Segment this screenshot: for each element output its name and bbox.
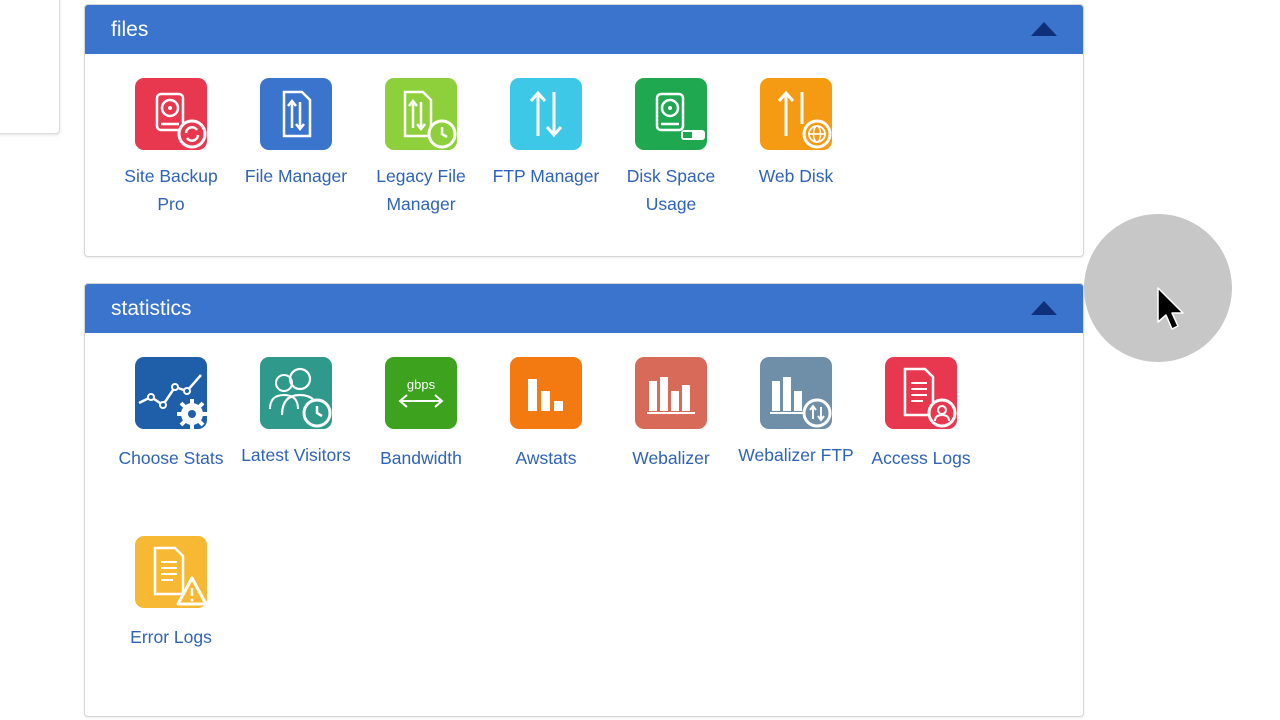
statistics-panel-title: statistics	[111, 297, 192, 320]
access-logs-icon	[885, 357, 957, 429]
web-disk-item[interactable]: Web Disk	[736, 78, 856, 191]
webalizer-label: Webalizer	[632, 448, 710, 468]
latest-visitors-icon	[260, 357, 332, 429]
legacy-file-manager-item[interactable]: Legacy File Manager	[361, 78, 481, 218]
files-panel: files Site Backup Pro File Manager Legac…	[84, 4, 1084, 257]
files-panel-title: files	[111, 18, 149, 41]
awstats-label: Awstats	[515, 448, 577, 468]
error-logs-icon	[135, 536, 208, 608]
error-logs-label: Error Logs	[130, 627, 212, 647]
collapse-arrow-icon[interactable]	[1031, 301, 1057, 315]
ftp-manager-icon	[510, 78, 582, 150]
access-logs-label: Access Logs	[871, 448, 971, 468]
statistics-panel-header[interactable]: statistics	[85, 284, 1083, 333]
site-backup-pro-label: Site Backup Pro	[124, 166, 218, 214]
awstats-icon	[510, 357, 582, 429]
access-logs-item[interactable]: Access Logs	[861, 357, 981, 473]
bandwidth-label: Bandwidth	[380, 448, 462, 468]
disk-space-usage-label: Disk Space Usage	[626, 166, 716, 214]
webalizer-ftp-label: Webalizer FTP	[738, 445, 854, 465]
webalizer-item[interactable]: Webalizer	[611, 357, 731, 473]
choose-stats-icon	[135, 357, 207, 429]
legacy-file-manager-icon	[385, 78, 457, 150]
awstats-item[interactable]: Awstats	[486, 357, 606, 473]
latest-visitors-item[interactable]: Latest Visitors	[236, 357, 356, 470]
disk-space-usage-item[interactable]: Disk Space Usage	[611, 78, 731, 218]
error-logs-item[interactable]: Error Logs	[111, 536, 231, 652]
webalizer-ftp-item[interactable]: Webalizer FTP	[736, 357, 856, 470]
files-panel-header[interactable]: files	[85, 5, 1083, 54]
file-manager-icon	[260, 78, 332, 150]
statistics-panel: statistics Choose Stats Latest Visitors …	[84, 283, 1084, 717]
mouse-pointer-icon	[1157, 287, 1184, 330]
bandwidth-item[interactable]: gbps Bandwidth	[361, 357, 481, 473]
latest-visitors-label: Latest Visitors	[241, 445, 351, 465]
ftp-manager-label: FTP Manager	[492, 166, 600, 186]
legacy-file-manager-label: Legacy File Manager	[376, 166, 466, 214]
site-backup-icon	[135, 78, 207, 150]
web-disk-label: Web Disk	[758, 166, 834, 186]
disk-space-icon	[635, 78, 707, 150]
webalizer-ftp-icon	[760, 357, 832, 429]
file-manager-item[interactable]: File Manager	[236, 78, 356, 191]
choose-stats-label: Choose Stats	[118, 448, 224, 468]
collapse-arrow-icon[interactable]	[1031, 22, 1057, 36]
webalizer-icon	[635, 357, 707, 429]
ftp-manager-item[interactable]: FTP Manager	[486, 78, 606, 191]
bandwidth-gbps-text: gbps	[407, 377, 436, 392]
site-backup-pro-item[interactable]: Site Backup Pro	[111, 78, 231, 218]
bandwidth-icon: gbps	[385, 357, 457, 429]
file-manager-label: File Manager	[244, 166, 348, 186]
side-card	[0, 0, 60, 134]
choose-stats-item[interactable]: Choose Stats	[111, 357, 231, 473]
web-disk-icon	[760, 78, 832, 150]
